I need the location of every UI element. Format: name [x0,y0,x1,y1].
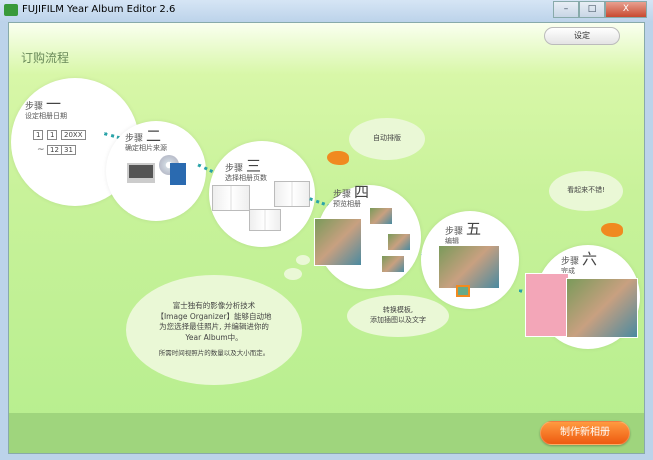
book-icon [249,209,281,231]
window-title: FUJIFILM Year Album Editor 2.6 [22,4,176,15]
step-4-desc: 预览相册 [333,200,361,208]
thought-dot [296,255,310,265]
main-content: 订购流程 设定 步骤一 设定相册日期 1 1 20XX ~ 12 31 步骤二 … [8,22,645,454]
album-cover [525,273,569,337]
minimize-button[interactable]: – [553,1,579,18]
step-2-desc: 确定相片来源 [125,144,167,152]
start-year: 20XX [61,130,86,140]
templates-text: 转换模板, 添加插图以及文字 [370,306,426,324]
title-bar: FUJIFILM Year Album Editor 2.6 – □ X [0,0,653,22]
thought-dot [284,268,302,280]
maximize-button[interactable]: □ [579,1,605,18]
end-month: 12 [47,145,62,155]
info-bubble: 富士独有的影像分析技术 【Image Organizer】能够自动地 为您选择最… [126,275,302,385]
info-text: 为您选择最佳照片, 并编辑进你的 [159,322,269,332]
step-number: 六 [582,250,598,268]
page-title: 订购流程 [21,51,70,65]
album-page [566,278,638,338]
start-month: 1 [33,130,44,140]
app-icon [4,4,18,16]
photo-selection [456,285,470,297]
info-text: Year Album中。 [185,332,243,342]
footer-bar: 制作新相册 [9,413,644,453]
speech-bubble-looks-good: 看起来不错! [549,171,623,211]
bird-icon [601,223,623,237]
close-button[interactable]: X [605,1,647,18]
step-number: 五 [466,220,482,238]
step-1-desc: 设定相册日期 [25,112,67,120]
info-note: 所需时间视照片的数量以及大小而定。 [158,349,270,358]
settings-button[interactable]: 设定 [544,27,620,45]
create-new-album-button[interactable]: 制作新相册 [540,421,630,445]
speech-bubble-auto-layout: 自动排版 [349,118,425,160]
laptop-icon [127,163,155,183]
book-icon [274,181,310,207]
bird-icon [327,151,349,165]
date-separator: ~ [37,145,45,155]
speech-bubble-templates: 转换模板, 添加插图以及文字 [347,295,449,337]
end-day: 31 [61,145,76,155]
photo-thumbnail [438,245,500,289]
photo-thumbnail [314,218,362,266]
start-day: 1 [47,130,58,140]
photo-thumbnail [381,255,405,273]
info-text: 【Image Organizer】能够自动地 [156,311,272,321]
photo-thumbnail [369,207,393,225]
info-text: 富士独有的影像分析技术 [172,301,256,311]
step-3-desc: 选择相册页数 [225,174,267,182]
book-icon [212,185,250,211]
photo-thumbnail [387,233,411,251]
card-icon [170,163,186,185]
